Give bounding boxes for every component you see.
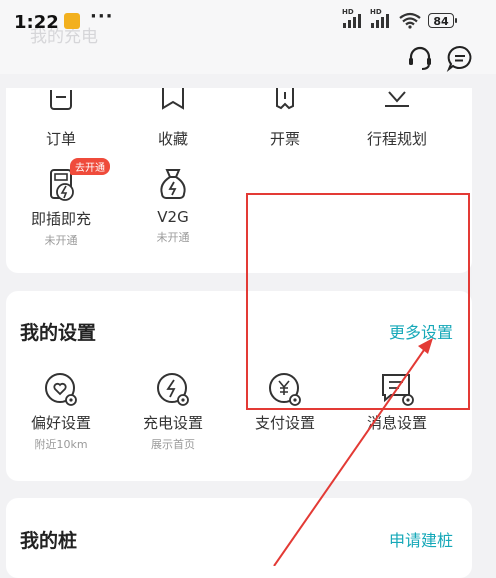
clock: 1:22 (14, 12, 59, 33)
notification-app-icon (64, 13, 80, 29)
more-notifications-icon: ··· (90, 6, 114, 27)
payment-settings-icon (269, 373, 301, 406)
pointer-arrow (273, 338, 433, 566)
status-bar: 我的充电 1:22 ··· HD HD 84 (0, 0, 496, 47)
settings-item-payment[interactable]: 支付设置 (240, 370, 330, 433)
signal-icon: HD (342, 8, 366, 28)
service-item-invoice[interactable]: 开票 (240, 86, 330, 149)
service-label: 开票 (269, 130, 300, 148)
order-icon (50, 90, 72, 110)
settings-item-charging[interactable]: 充电设置 展示首页 (128, 370, 218, 452)
bookmark-icon (162, 88, 184, 110)
settings-title: 我的设置 (20, 322, 97, 344)
settings-sub: 展示首页 (151, 438, 195, 451)
charging-settings-icon (157, 373, 189, 406)
settings-label: 充电设置 (142, 414, 203, 432)
signal-icon-2: HD (370, 8, 394, 28)
settings-label: 支付设置 (254, 414, 315, 432)
service-label: V2G (157, 208, 189, 226)
more-settings-link[interactable]: 更多设置 (389, 319, 453, 343)
service-label: 收藏 (157, 130, 188, 148)
my-pile-title: 我的桩 (20, 530, 78, 552)
apply-pile-link[interactable]: 申请建桩 (389, 527, 453, 551)
wifi-icon (398, 12, 422, 29)
battery-indicator: 84 (428, 13, 457, 28)
service-item-favorites[interactable]: 收藏 (128, 86, 218, 149)
service-status: 未开通 (44, 234, 78, 247)
settings-sub: 附近10km (34, 438, 88, 451)
service-item-v2g[interactable]: V2G 未开通 (128, 166, 218, 245)
customer-service-headset-icon[interactable] (406, 44, 434, 72)
settings-item-message[interactable]: 消息设置 (352, 370, 442, 433)
message-settings-icon (382, 374, 414, 406)
settings-item-preference[interactable]: 偏好设置 附近10km (16, 370, 106, 452)
service-status: 未开通 (156, 231, 190, 244)
service-label: 行程规划 (366, 130, 427, 148)
route-icon (385, 91, 409, 107)
service-item-route-planning[interactable]: 行程规划 (352, 86, 442, 149)
service-item-plug-and-charge[interactable]: 即插即充 未开通 (16, 166, 106, 248)
activate-badge[interactable]: 去开通 (70, 158, 110, 175)
preference-settings-icon (45, 373, 77, 406)
message-center-icon[interactable] (446, 44, 474, 72)
invoice-icon (276, 88, 294, 110)
service-label: 订单 (45, 130, 76, 148)
header-actions (0, 44, 496, 74)
settings-label: 偏好设置 (30, 414, 91, 432)
v2g-bag-icon (160, 169, 186, 199)
settings-label: 消息设置 (366, 414, 427, 432)
service-label: 即插即充 (30, 210, 91, 228)
service-item-order[interactable]: 订单 (16, 86, 106, 149)
